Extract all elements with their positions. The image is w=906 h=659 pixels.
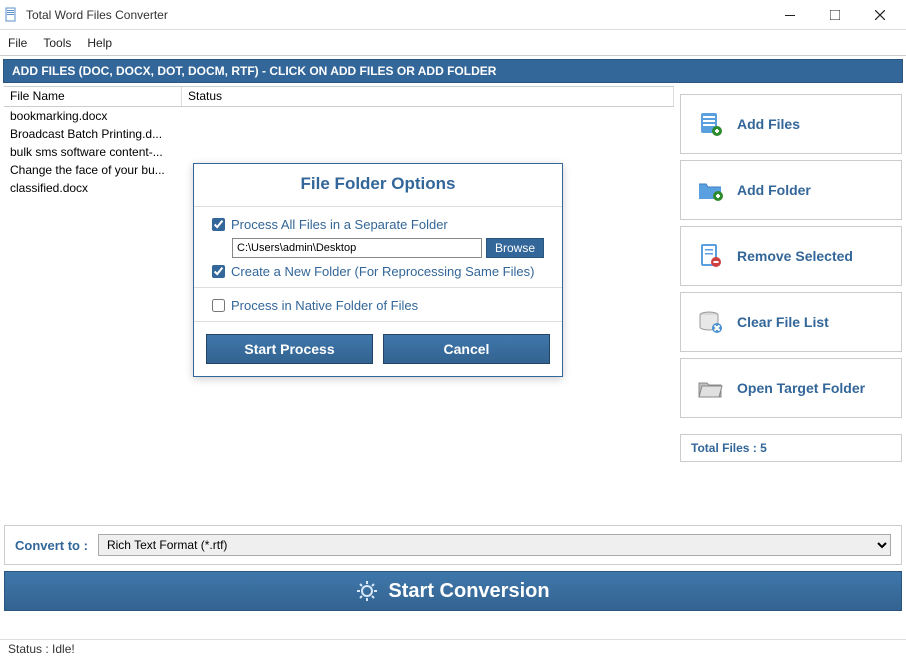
- create-new-folder-checkbox[interactable]: [212, 265, 225, 278]
- convert-bar: Convert to : Rich Text Format (*.rtf): [4, 525, 902, 565]
- maximize-button[interactable]: [812, 1, 857, 29]
- process-separate-row[interactable]: Process All Files in a Separate Folder: [212, 215, 544, 234]
- menu-help[interactable]: Help: [87, 36, 112, 50]
- table-row[interactable]: bookmarking.docx: [4, 107, 674, 125]
- cell-filename: Change the face of your bu...: [4, 161, 182, 179]
- close-button[interactable]: [857, 1, 902, 29]
- add-files-button[interactable]: Add Files: [680, 94, 902, 154]
- add-folder-label: Add Folder: [737, 182, 811, 198]
- add-files-label: Add Files: [737, 116, 800, 132]
- cancel-button[interactable]: Cancel: [383, 334, 550, 364]
- dialog-section-separate: Process All Files in a Separate Folder B…: [194, 206, 562, 287]
- remove-selected-label: Remove Selected: [737, 248, 853, 264]
- open-target-label: Open Target Folder: [737, 380, 865, 396]
- clear-list-label: Clear File List: [737, 314, 829, 330]
- start-conversion-button[interactable]: Start Conversion: [4, 571, 902, 611]
- start-conversion-label: Start Conversion: [388, 580, 549, 603]
- add-folder-button[interactable]: Add Folder: [680, 160, 902, 220]
- col-filename-header[interactable]: File Name: [4, 87, 182, 106]
- cell-filename: bulk sms software content-...: [4, 143, 182, 161]
- convert-to-label: Convert to :: [15, 538, 88, 553]
- status-text: Status : Idle!: [8, 642, 75, 656]
- dialog-title: File Folder Options: [194, 164, 562, 206]
- table-row[interactable]: Broadcast Batch Printing.d...: [4, 125, 674, 143]
- browse-button[interactable]: Browse: [486, 238, 544, 258]
- total-files-label: Total Files :: [691, 441, 757, 455]
- titlebar: Total Word Files Converter: [0, 0, 906, 30]
- sidebar: Add Files Add Folder Remove Selected Cle…: [674, 86, 902, 519]
- add-files-icon: [695, 109, 725, 139]
- cell-status: [182, 107, 674, 125]
- path-input[interactable]: [232, 238, 482, 258]
- cell-status: [182, 125, 674, 143]
- path-row: Browse: [232, 238, 544, 258]
- menu-tools[interactable]: Tools: [43, 36, 71, 50]
- process-native-row[interactable]: Process in Native Folder of Files: [212, 296, 544, 315]
- add-folder-icon: [695, 175, 725, 205]
- open-target-icon: [695, 373, 725, 403]
- dialog-section-native: Process in Native Folder of Files: [194, 287, 562, 321]
- window-controls: [767, 1, 902, 29]
- statusbar: Status : Idle!: [0, 639, 906, 659]
- file-folder-options-dialog: File Folder Options Process All Files in…: [193, 163, 563, 377]
- process-separate-label: Process All Files in a Separate Folder: [231, 217, 448, 232]
- header-strip: ADD FILES (DOC, DOCX, DOT, DOCM, RTF) - …: [3, 59, 903, 83]
- process-separate-checkbox[interactable]: [212, 218, 225, 231]
- dialog-button-row: Start Process Cancel: [194, 321, 562, 376]
- cell-filename: Broadcast Batch Printing.d...: [4, 125, 182, 143]
- cell-status: [182, 143, 674, 161]
- cell-filename: bookmarking.docx: [4, 107, 182, 125]
- header-strip-label: ADD FILES (DOC, DOCX, DOT, DOCM, RTF) - …: [12, 64, 496, 78]
- remove-selected-button[interactable]: Remove Selected: [680, 226, 902, 286]
- remove-selected-icon: [695, 241, 725, 271]
- minimize-button[interactable]: [767, 1, 812, 29]
- process-native-checkbox[interactable]: [212, 299, 225, 312]
- window-title: Total Word Files Converter: [26, 8, 168, 22]
- menubar: File Tools Help: [0, 30, 906, 56]
- open-target-folder-button[interactable]: Open Target Folder: [680, 358, 902, 418]
- create-new-folder-label: Create a New Folder (For Reprocessing Sa…: [231, 264, 534, 279]
- create-new-folder-row[interactable]: Create a New Folder (For Reprocessing Sa…: [212, 262, 544, 281]
- app-icon: [4, 7, 20, 23]
- table-row[interactable]: bulk sms software content-...: [4, 143, 674, 161]
- clear-list-icon: [695, 307, 725, 337]
- total-files-panel: Total Files : 5: [680, 434, 902, 462]
- start-process-button[interactable]: Start Process: [206, 334, 373, 364]
- gear-icon: [356, 580, 378, 602]
- table-header: File Name Status: [4, 87, 674, 107]
- cell-filename: classified.docx: [4, 179, 182, 197]
- total-files-value: 5: [760, 441, 767, 455]
- process-native-label: Process in Native Folder of Files: [231, 298, 418, 313]
- convert-to-select[interactable]: Rich Text Format (*.rtf): [98, 534, 891, 556]
- col-status-header[interactable]: Status: [182, 87, 674, 106]
- clear-list-button[interactable]: Clear File List: [680, 292, 902, 352]
- menu-file[interactable]: File: [8, 36, 27, 50]
